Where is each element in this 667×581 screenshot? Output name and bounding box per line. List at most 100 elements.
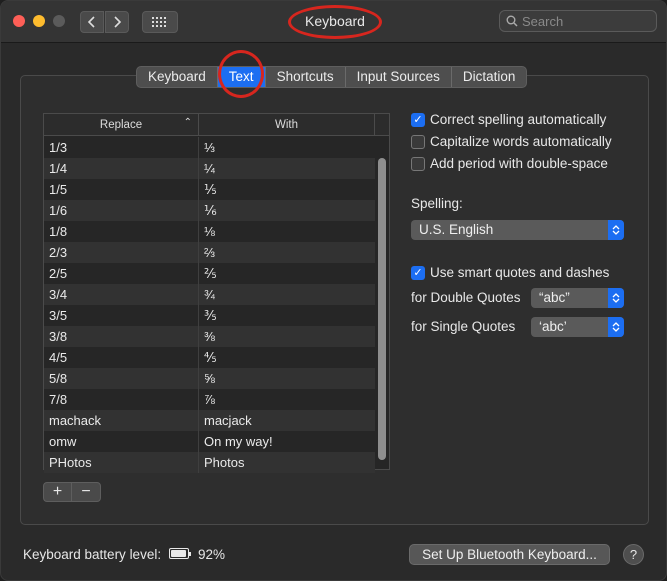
table-row[interactable]: 2/5 ⅖ bbox=[44, 263, 375, 284]
preferences-window: Keyboard Keyboard Text Shortcuts Input S… bbox=[0, 0, 667, 581]
table-row[interactable]: 1/5 ⅕ bbox=[44, 179, 375, 200]
chevron-left-icon bbox=[87, 16, 95, 28]
smart-quotes-checkbox[interactable]: ✓ Use smart quotes and dashes bbox=[411, 265, 609, 280]
sort-ascending-icon: ⌃ bbox=[183, 117, 192, 128]
battery-fill bbox=[171, 550, 186, 557]
capitalize-words-checkbox[interactable]: Capitalize words automatically bbox=[411, 134, 612, 149]
table-row[interactable]: 5/8 ⅝ bbox=[44, 368, 375, 389]
with-cell: ⅙ bbox=[204, 203, 217, 218]
double-quotes-popup[interactable]: “abc” bbox=[531, 288, 624, 308]
with-cell: ¼ bbox=[204, 161, 215, 176]
with-cell: ⅓ bbox=[204, 140, 215, 155]
single-quotes-popup[interactable]: ‘abc’ bbox=[531, 317, 624, 337]
battery-label: Keyboard battery level: bbox=[23, 547, 162, 562]
add-period-checkbox[interactable]: Add period with double-space bbox=[411, 156, 608, 171]
add-remove-control: + − bbox=[43, 482, 101, 502]
add-replacement-button[interactable]: + bbox=[44, 483, 72, 501]
table-row[interactable]: 7/8 ⅞ bbox=[44, 389, 375, 410]
tab-bar: Keyboard Text Shortcuts Input Sources Di… bbox=[136, 66, 528, 88]
tab-input-sources[interactable]: Input Sources bbox=[346, 67, 452, 87]
battery-icon bbox=[169, 548, 191, 559]
grid-icon bbox=[152, 17, 166, 27]
replace-cell: 1/3 bbox=[44, 137, 199, 158]
checkmark-icon: ✓ bbox=[411, 265, 425, 280]
table-row[interactable]: machack macjack bbox=[44, 410, 375, 431]
double-quotes-label: for Double Quotes bbox=[411, 290, 521, 305]
text-replacement-table: Replace ⌃ With 1/3 ⅓ 1/4 ¼ 1/5 ⅕ 1/6 ⅙ 1/8 ⅛ … bbox=[43, 113, 390, 473]
with-cell: ⅞ bbox=[204, 392, 215, 407]
replace-cell: 3/4 bbox=[44, 284, 199, 305]
replace-cell: 3/8 bbox=[44, 326, 199, 347]
spelling-popup[interactable]: U.S. English bbox=[411, 220, 624, 240]
tab-shortcuts[interactable]: Shortcuts bbox=[266, 67, 346, 87]
replace-cell: 7/8 bbox=[44, 389, 199, 410]
with-cell: ⅘ bbox=[204, 350, 217, 365]
replace-cell: 1/4 bbox=[44, 158, 199, 179]
with-cell: macjack bbox=[204, 413, 252, 428]
popup-arrows-icon bbox=[608, 317, 624, 337]
close-window-button[interactable] bbox=[13, 15, 25, 27]
replace-cell: machack bbox=[44, 410, 199, 431]
with-cell: ⅔ bbox=[204, 245, 215, 260]
with-cell: ⅕ bbox=[204, 182, 217, 197]
chevron-right-icon bbox=[114, 16, 122, 28]
search-icon bbox=[506, 15, 518, 27]
tab-dictation[interactable]: Dictation bbox=[452, 67, 527, 87]
table-row[interactable]: 1/4 ¼ bbox=[44, 158, 375, 179]
with-cell: ⅗ bbox=[204, 308, 217, 323]
title-bar: Keyboard bbox=[1, 1, 666, 43]
table-header: Replace ⌃ With bbox=[44, 114, 389, 136]
popup-arrows-icon bbox=[608, 288, 624, 308]
table-row[interactable]: 1/3 ⅓ bbox=[44, 137, 375, 158]
replace-cell: PHotos bbox=[44, 452, 199, 473]
with-cell: ⅖ bbox=[204, 266, 217, 281]
replace-cell: 2/5 bbox=[44, 263, 199, 284]
with-cell: ⅜ bbox=[204, 329, 215, 344]
popup-arrows-icon bbox=[608, 220, 624, 240]
tab-highlight-annotation bbox=[218, 50, 264, 98]
with-cell: ¾ bbox=[204, 287, 215, 302]
with-cell: ⅝ bbox=[204, 371, 215, 386]
table-row[interactable]: 4/5 ⅘ bbox=[44, 347, 375, 368]
checkbox-empty-icon bbox=[411, 134, 425, 149]
column-header-with[interactable]: With bbox=[199, 114, 375, 135]
minimize-window-button[interactable] bbox=[33, 15, 45, 27]
zoom-window-button[interactable] bbox=[53, 15, 65, 27]
replace-cell: 1/6 bbox=[44, 200, 199, 221]
replace-cell: 1/8 bbox=[44, 221, 199, 242]
table-row[interactable]: 1/6 ⅙ bbox=[44, 200, 375, 221]
remove-replacement-button[interactable]: − bbox=[72, 483, 100, 501]
replace-cell: 1/5 bbox=[44, 179, 199, 200]
table-row[interactable]: 1/8 ⅛ bbox=[44, 221, 375, 242]
tab-keyboard[interactable]: Keyboard bbox=[137, 67, 218, 87]
table-row[interactable]: omw On my way! bbox=[44, 431, 375, 452]
table-row[interactable]: 3/5 ⅗ bbox=[44, 305, 375, 326]
battery-percent: 92% bbox=[198, 547, 226, 562]
table-row[interactable]: PHotos Photos bbox=[44, 452, 375, 473]
show-all-button[interactable] bbox=[142, 11, 178, 33]
checkbox-empty-icon bbox=[411, 156, 425, 171]
help-button[interactable]: ? bbox=[623, 544, 644, 565]
table-row[interactable]: 2/3 ⅔ bbox=[44, 242, 375, 263]
with-cell: Photos bbox=[204, 455, 245, 470]
replace-cell: 2/3 bbox=[44, 242, 199, 263]
replace-cell: omw bbox=[44, 431, 199, 452]
correct-spelling-checkbox[interactable]: ✓ Correct spelling automatically bbox=[411, 112, 606, 127]
search-field[interactable] bbox=[499, 10, 657, 32]
back-button[interactable] bbox=[80, 11, 104, 33]
setup-bluetooth-keyboard-button[interactable]: Set Up Bluetooth Keyboard... bbox=[409, 544, 610, 565]
table-scrollbar[interactable] bbox=[378, 158, 386, 460]
search-input[interactable] bbox=[522, 13, 642, 29]
forward-button[interactable] bbox=[105, 11, 129, 33]
column-header-replace[interactable]: Replace ⌃ bbox=[44, 114, 199, 135]
table-rows: 1/3 ⅓ 1/4 ¼ 1/5 ⅕ 1/6 ⅙ 1/8 ⅛ 2/3 ⅔ 2/5 ⅖ 3/4 ¾ … bbox=[44, 137, 375, 473]
replace-cell: 3/5 bbox=[44, 305, 199, 326]
spelling-label: Spelling: bbox=[411, 196, 463, 211]
title-highlight-annotation bbox=[288, 5, 382, 39]
checkmark-icon: ✓ bbox=[411, 112, 425, 127]
replace-cell: 5/8 bbox=[44, 368, 199, 389]
with-cell: ⅛ bbox=[204, 224, 215, 239]
single-quotes-label: for Single Quotes bbox=[411, 319, 516, 334]
table-row[interactable]: 3/4 ¾ bbox=[44, 284, 375, 305]
table-row[interactable]: 3/8 ⅜ bbox=[44, 326, 375, 347]
